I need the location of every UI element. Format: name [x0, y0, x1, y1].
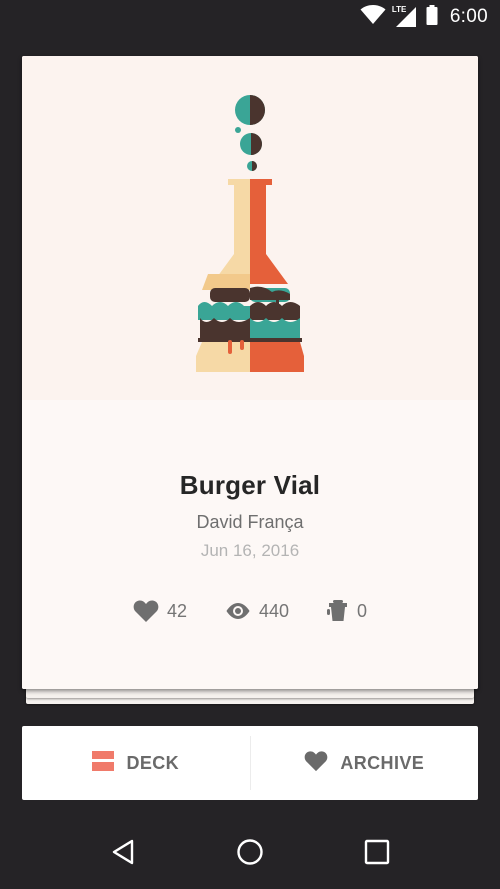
eye-icon — [225, 602, 251, 620]
shot-artwork[interactable] — [22, 56, 478, 400]
shot-date: Jun 16, 2016 — [200, 541, 300, 560]
archive-button[interactable]: ARCHIVE — [251, 726, 479, 800]
back-triangle-icon — [111, 839, 135, 870]
home-circle-icon — [236, 838, 264, 871]
shot-title[interactable]: Burger Vial — [22, 470, 478, 501]
deck-icon — [92, 750, 115, 776]
clock: 6:00 — [449, 6, 488, 27]
recents-button[interactable] — [353, 831, 401, 879]
likes-stat[interactable]: 42 — [133, 599, 187, 623]
bubbles — [235, 95, 265, 171]
navigation-bar — [0, 820, 500, 889]
stacked-card-middle — [26, 688, 474, 698]
views-count: 440 — [258, 600, 290, 621]
heart-icon — [304, 750, 328, 777]
buckets-stat[interactable]: 0 — [327, 599, 367, 623]
bucket-icon — [327, 599, 349, 623]
shot-info: Burger Vial David França Jun 16, 2016 42 — [22, 400, 478, 689]
burger-vial-illustration — [196, 95, 304, 372]
action-bar: DECK ARCHIVE — [22, 726, 478, 800]
buckets-count: 0 — [357, 600, 368, 621]
signal-icon: LTE — [391, 5, 418, 28]
battery-icon — [426, 4, 438, 30]
views-stat: 440 — [225, 601, 289, 622]
heart-icon — [133, 599, 159, 623]
archive-label: ARCHIVE — [340, 752, 425, 773]
wifi-icon — [360, 4, 386, 30]
back-button[interactable] — [99, 831, 147, 879]
recents-square-icon — [364, 839, 390, 870]
shot-card[interactable]: Burger Vial David França Jun 16, 2016 42 — [22, 56, 478, 689]
deck-label: DECK — [126, 752, 180, 773]
home-button[interactable] — [226, 831, 274, 879]
shot-author[interactable]: David França — [22, 512, 478, 533]
status-bar: LTE 6:00 — [0, 0, 500, 34]
likes-count: 42 — [166, 600, 187, 621]
shot-stats: 42 440 0 — [22, 595, 478, 627]
deck-button[interactable]: DECK — [22, 726, 250, 800]
network-type-label: LTE — [391, 5, 407, 14]
